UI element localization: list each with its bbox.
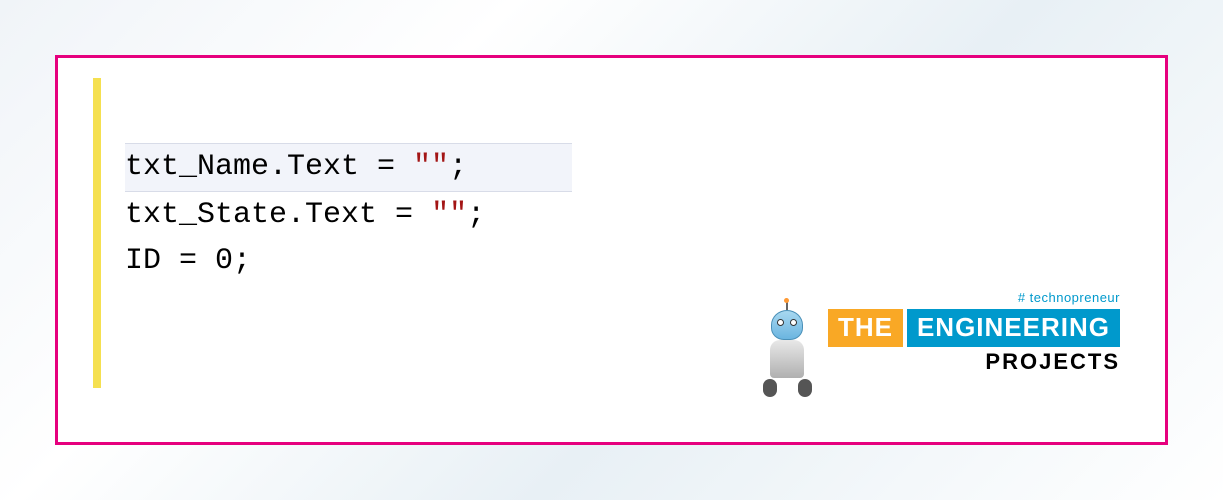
logo-word-projects: PROJECTS [828, 349, 1120, 375]
robot-head [771, 310, 803, 340]
content-frame: txt_Name.Text = ""; txt_State.Text = "";… [55, 55, 1168, 445]
robot-wheel [798, 379, 812, 397]
code-line-3: ID = 0; [125, 238, 572, 285]
code-snippet-container: txt_Name.Text = ""; txt_State.Text = "";… [93, 78, 633, 388]
number-literal: 0 [215, 244, 233, 278]
code-text: txt_Name.Text = [125, 150, 413, 184]
code-line-1: txt_Name.Text = ""; [125, 143, 572, 192]
robot-eye [777, 319, 784, 326]
robot-wheel [763, 379, 777, 397]
code-block: txt_Name.Text = ""; txt_State.Text = "";… [125, 143, 572, 285]
code-text: txt_State.Text = [125, 198, 431, 232]
robot-antenna [786, 302, 788, 310]
logo-word-engineering: ENGINEERING [907, 309, 1120, 347]
string-literal: "" [431, 198, 467, 232]
code-text: ; [233, 244, 251, 278]
robot-mascot-icon [755, 302, 820, 397]
code-text: ID = [125, 244, 215, 278]
code-line-2: txt_State.Text = ""; [125, 192, 572, 239]
editor-modified-indicator [93, 78, 101, 388]
string-literal: "" [413, 150, 449, 184]
robot-eye [790, 319, 797, 326]
logo-wordmark: THE ENGINEERING [828, 309, 1120, 347]
tagline-text: # technopreneur [828, 290, 1120, 305]
code-text: ; [467, 198, 485, 232]
logo-text-block: # technopreneur THE ENGINEERING PROJECTS [828, 290, 1120, 375]
brand-logo: # technopreneur THE ENGINEERING PROJECTS [755, 290, 1120, 397]
robot-body [770, 340, 804, 378]
logo-word-the: THE [828, 309, 903, 347]
code-text: ; [449, 150, 467, 184]
